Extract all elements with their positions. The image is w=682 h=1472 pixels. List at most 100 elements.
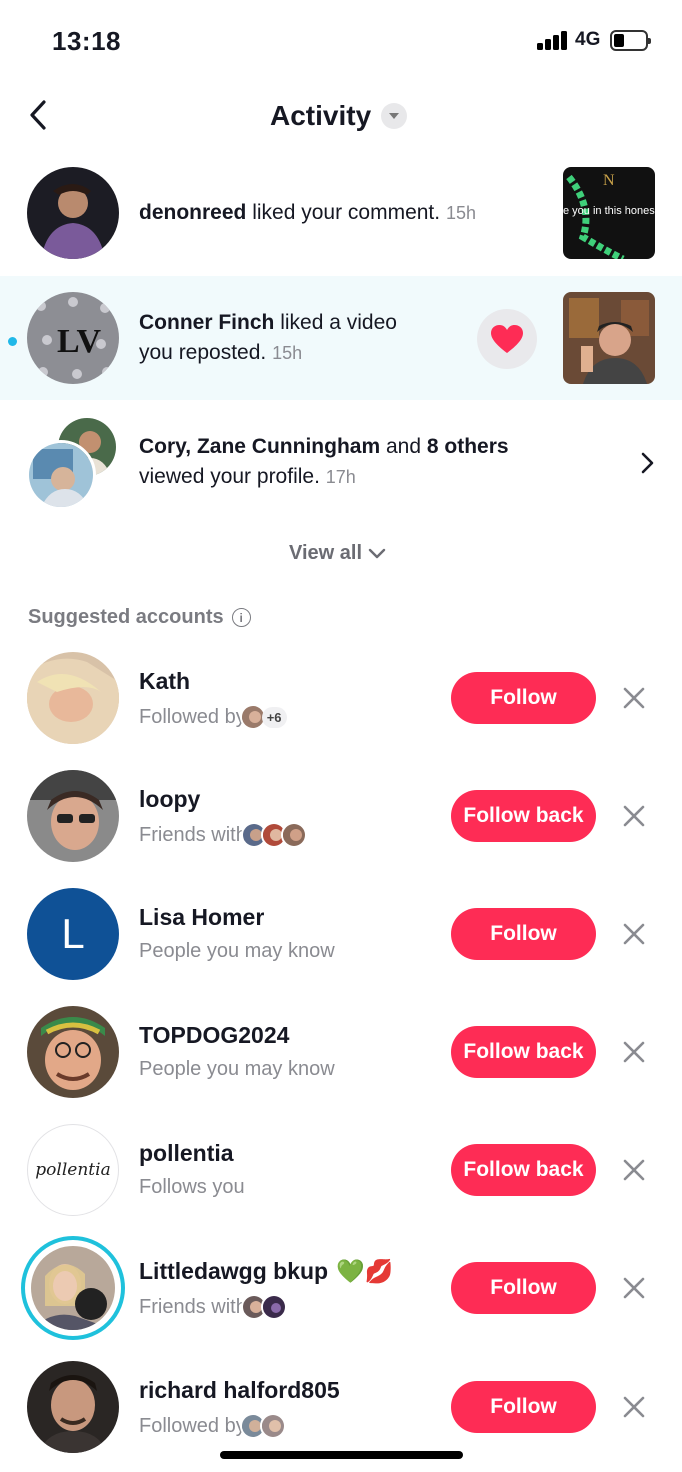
follow-button[interactable]: Follow [451,672,596,724]
mutual-avatar [259,1413,286,1439]
follow-back-button[interactable]: Follow back [451,790,596,842]
svg-text:N: N [603,172,615,189]
avatar[interactable] [26,440,96,510]
heart-icon [491,325,523,353]
activity-joiner: and [385,435,422,458]
activity-text: Conner Finch liked a video you reposted.… [139,308,397,368]
info-icon[interactable]: i [231,608,251,627]
activity-item[interactable]: denonreed liked your comment. 15h N e yo… [0,152,682,276]
account-name[interactable]: Lisa Homer [139,904,264,931]
subtitle-text: Friends with [139,823,247,846]
post-thumbnail[interactable] [563,292,655,384]
avatar[interactable]: pollentia [27,1124,119,1216]
signal-icon [537,30,571,50]
mutual-avatar [280,822,307,848]
post-thumbnail[interactable]: N e you in this hones [563,167,655,259]
account-subtitle: People you may know [139,1058,335,1081]
account-name[interactable]: TOPDOG2024 [139,1022,289,1049]
page-title: Activity [270,100,372,131]
close-icon[interactable] [622,686,646,710]
avatar[interactable]: L [27,888,119,980]
status-bar: 13:18 4G [0,0,682,80]
timestamp: 17h [325,467,356,487]
activity-action: liked your comment. [252,201,441,224]
activity-text: Cory, Zane Cunningham and 8 others viewe… [139,432,509,492]
subtitle-text: Follows you [139,1176,245,1198]
avatar[interactable] [27,1361,119,1453]
account-name[interactable]: Kath [139,668,190,695]
back-arrow-icon[interactable] [26,99,56,131]
suggested-account-row[interactable]: Littledawgg bkup 💚💋 Friends with Follow [0,1236,682,1360]
chevron-down-icon [368,548,386,558]
follow-button[interactable]: Follow [451,1381,596,1433]
activity-item[interactable]: LV Conner Finch liked a video you repost… [0,276,682,400]
activity-users[interactable]: Cory, Zane Cunningham [139,435,380,458]
caret-down-icon [381,103,408,129]
account-subtitle: Followed by [139,1413,286,1439]
activity-others[interactable]: 8 others [427,435,509,458]
close-icon[interactable] [622,804,646,828]
activity-item[interactable]: Cory, Zane Cunningham and 8 others viewe… [0,400,682,524]
thumbnail-caption: e you in this hones [563,205,655,217]
network-label: 4G [575,29,601,50]
follow-button[interactable]: Follow [451,908,596,960]
timestamp: 15h [272,343,303,363]
subtitle-text: Followed by [139,1414,246,1437]
account-subtitle: Follows you [139,1176,245,1199]
suggested-account-row[interactable]: Kath Followed by +6 Follow [0,652,682,770]
activity-action: liked a video [280,311,397,334]
follow-button[interactable]: Follow [451,1262,596,1314]
account-name[interactable]: pollentia [139,1140,234,1167]
activity-action-cont: you reposted. [139,341,267,364]
avatar-initial: L [61,910,85,957]
chevron-right-icon[interactable] [640,452,656,479]
close-icon[interactable] [622,1158,646,1182]
subtitle-text: People you may know [139,940,335,962]
activity-user[interactable]: Conner Finch [139,311,274,334]
timestamp: 15h [445,203,476,223]
avatar[interactable] [31,1246,115,1330]
account-name[interactable]: Littledawgg bkup 💚💋 [139,1258,393,1285]
avatar[interactable] [27,1006,119,1098]
activity-user[interactable]: denonreed [139,201,246,224]
avatar[interactable]: LV [27,292,119,384]
svg-text:LV: LV [57,323,102,360]
close-icon[interactable] [622,1395,646,1419]
like-back-button[interactable] [477,309,537,369]
view-all-label: View all [289,542,363,564]
subtitle-text: Followed by [139,705,246,728]
avatar[interactable] [27,770,119,862]
activity-text: denonreed liked your comment. 15h [139,198,476,228]
account-name[interactable]: loopy [139,786,200,813]
follow-back-button[interactable]: Follow back [451,1026,596,1078]
battery-icon [610,30,651,51]
close-icon[interactable] [622,1276,646,1300]
activity-action: viewed your profile. [139,465,320,488]
view-all-button[interactable]: View all [289,542,386,565]
suggested-account-row[interactable]: L Lisa Homer People you may know Follow [0,888,682,1006]
suggested-account-row[interactable]: pollentia pollentia Follows you Follow b… [0,1124,682,1242]
account-subtitle: Followed by +6 [139,704,287,730]
account-name-text: Littledawgg bkup [139,1258,329,1284]
mutual-count: +6 [261,706,287,728]
avatar[interactable] [27,167,119,259]
pollentia-logo: pollentia [35,1160,111,1180]
close-icon[interactable] [622,1040,646,1064]
follow-back-button[interactable]: Follow back [451,1144,596,1196]
activity-filter-dropdown[interactable]: Activity [270,98,408,134]
suggested-account-row[interactable]: loopy Friends with Follow back [0,770,682,888]
subtitle-text: People you may know [139,1058,335,1080]
suggested-accounts-heading: Suggested accounts i [28,606,251,629]
close-icon[interactable] [622,922,646,946]
subtitle-text: Friends with [139,1295,247,1318]
home-indicator[interactable] [220,1451,463,1459]
account-name[interactable]: richard halford805 [139,1377,340,1404]
clock: 13:18 [52,26,121,56]
suggested-account-row[interactable]: TOPDOG2024 People you may know Follow ba… [0,1006,682,1124]
account-subtitle: Friends with [139,1294,287,1320]
account-subtitle: Friends with [139,822,307,848]
section-title: Suggested accounts [28,606,224,628]
name-emoji: 💚💋 [336,1258,394,1284]
unread-dot [8,337,17,346]
avatar[interactable] [27,652,119,744]
